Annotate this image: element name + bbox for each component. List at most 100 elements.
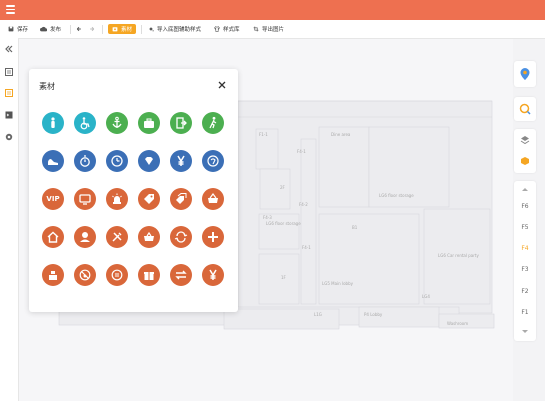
- layers-icon[interactable]: [520, 135, 530, 145]
- plus-icon[interactable]: [202, 226, 224, 248]
- service-person-icon[interactable]: [74, 226, 96, 248]
- map-label: F4-1: [297, 149, 306, 154]
- price-tag-icon[interactable]: [138, 188, 160, 210]
- map-label: P4 Lobby: [364, 312, 383, 317]
- close-icon[interactable]: [217, 80, 227, 90]
- import-aux-style-button[interactable]: 导入底图辅助样式: [148, 24, 201, 34]
- toolbar-divider: [141, 25, 142, 34]
- map-label: Dine area: [331, 132, 351, 137]
- style-library-button[interactable]: 样式库: [214, 24, 240, 34]
- paint-bucket-icon: [149, 27, 154, 32]
- shopping-basket-icon[interactable]: [202, 188, 224, 210]
- crop-icon: [253, 26, 259, 32]
- publish-button[interactable]: 发布: [40, 24, 61, 34]
- export-image-button[interactable]: 导出图片: [253, 24, 284, 34]
- basket-icon[interactable]: [138, 226, 160, 248]
- floor-f4[interactable]: F4: [514, 245, 536, 252]
- floor-f3[interactable]: F3: [514, 266, 536, 273]
- menu-icon[interactable]: [6, 5, 15, 14]
- toolbar: 保存 发布 素材 导入底图辅助样式 样式库 导出图片: [0, 20, 545, 39]
- map-label: F4-2: [299, 202, 308, 207]
- tools-icon[interactable]: [106, 226, 128, 248]
- stopwatch-icon[interactable]: [74, 150, 96, 172]
- hour-24-icon[interactable]: [106, 264, 128, 286]
- map-label: Washroom: [447, 321, 468, 326]
- location-pin-icon: [520, 68, 530, 80]
- map-label: LG4: [422, 294, 430, 299]
- transfer-icon[interactable]: [170, 264, 192, 286]
- undo-icon: [76, 26, 81, 32]
- phone-24-icon[interactable]: [202, 150, 224, 172]
- save-button[interactable]: 保存: [8, 24, 28, 34]
- layer-toggle-group: [514, 129, 536, 173]
- chevron-up-icon[interactable]: [521, 187, 529, 192]
- map-label: F1-1: [259, 132, 268, 137]
- list-panel-icon[interactable]: [4, 88, 14, 98]
- tags-icon[interactable]: [170, 188, 192, 210]
- tv-icon[interactable]: [74, 188, 96, 210]
- save-icon: [8, 26, 14, 32]
- diamond-icon[interactable]: [138, 150, 160, 172]
- toolbar-divider: [102, 25, 103, 34]
- cube-3d-icon[interactable]: [520, 156, 530, 166]
- map-label: LG6 floor storage: [266, 221, 301, 226]
- search-location-button[interactable]: [514, 97, 536, 121]
- location-pin-button[interactable]: [514, 61, 536, 87]
- terminal-icon[interactable]: [4, 110, 14, 120]
- exit-icon[interactable]: [170, 112, 192, 134]
- app-header: [0, 0, 545, 20]
- style-library-label: 样式库: [223, 27, 240, 33]
- walking-icon[interactable]: [202, 112, 224, 134]
- left-sidebar: [0, 38, 19, 401]
- map-label: 2F: [280, 185, 286, 190]
- alarm-light-icon[interactable]: [106, 188, 128, 210]
- map-label: F4-1: [302, 245, 311, 250]
- anchor-icon[interactable]: [106, 112, 128, 134]
- briefcase-icon[interactable]: [138, 112, 160, 134]
- shoe-icon[interactable]: [42, 150, 64, 172]
- panel-title: 素材: [39, 82, 55, 91]
- exchange-cycle-icon[interactable]: [170, 226, 192, 248]
- home-icon[interactable]: [42, 226, 64, 248]
- floor-selector: F6 F5 F4 F3 F2 F1: [514, 181, 536, 341]
- layers-panel-icon[interactable]: [4, 67, 14, 77]
- map-label: B1: [352, 225, 358, 230]
- person-icon[interactable]: [42, 112, 64, 134]
- material-icon: [112, 27, 118, 32]
- wheelchair-icon[interactable]: [74, 112, 96, 134]
- export-image-label: 导出图片: [262, 27, 285, 33]
- cloud-upload-icon: [40, 26, 47, 32]
- material-panel: 素材 VIP: [29, 69, 238, 312]
- cashier-icon[interactable]: [42, 264, 64, 286]
- map-label: L1G: [314, 312, 322, 317]
- map-label: LG6 Car rental party: [438, 253, 479, 258]
- gift-icon[interactable]: [138, 264, 160, 286]
- map-label: F4-3: [263, 215, 272, 220]
- save-label: 保存: [17, 27, 29, 33]
- material-button[interactable]: 素材: [108, 24, 137, 34]
- currency-yen-icon[interactable]: [202, 264, 224, 286]
- redo-icon: [90, 26, 95, 32]
- collapse-icon[interactable]: [4, 44, 14, 54]
- map-label: 1F: [281, 275, 287, 280]
- toolbar-divider: [70, 25, 71, 34]
- floor-f5[interactable]: F5: [514, 224, 536, 231]
- vip-icon[interactable]: VIP: [42, 188, 64, 210]
- chevron-down-icon[interactable]: [521, 329, 529, 334]
- floor-f1[interactable]: F1: [514, 309, 536, 316]
- floor-f2[interactable]: F2: [514, 288, 536, 295]
- map-label: LG6 floor storage: [379, 193, 414, 198]
- map-label: LG5 Main lobby: [322, 281, 354, 286]
- import-aux-style-label: 导入底图辅助样式: [157, 27, 202, 33]
- publish-label: 发布: [50, 27, 62, 33]
- floor-f6[interactable]: F6: [514, 203, 536, 210]
- shirt-icon: [214, 26, 220, 32]
- material-label: 素材: [121, 27, 133, 33]
- undo-button[interactable]: [76, 24, 85, 34]
- clock-icon[interactable]: [106, 150, 128, 172]
- settings-gear-icon[interactable]: [4, 132, 14, 142]
- redo-button[interactable]: [89, 24, 98, 34]
- no-pet-icon[interactable]: [74, 264, 96, 286]
- yen-icon[interactable]: [170, 150, 192, 172]
- search-location-icon: [519, 103, 531, 115]
